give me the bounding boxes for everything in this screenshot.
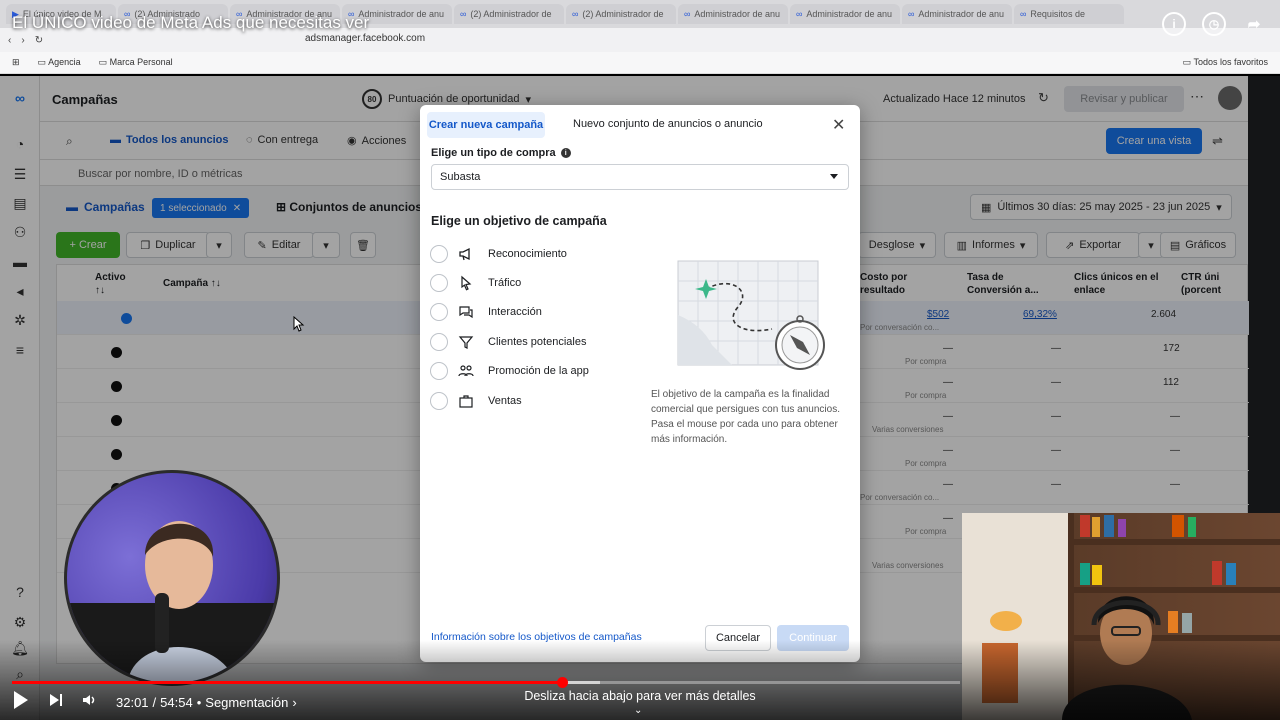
bookmark-marca-personal[interactable]: ▭ Marca Personal bbox=[99, 57, 173, 68]
chat-bubbles-icon bbox=[458, 304, 474, 320]
tab-label: Administrador de anu bbox=[918, 9, 1004, 19]
url-text[interactable]: adsmanager.facebook.com bbox=[305, 33, 425, 44]
meta-favicon-icon: ∞ bbox=[796, 9, 803, 19]
radio-button[interactable] bbox=[430, 274, 448, 292]
radio-button[interactable] bbox=[430, 392, 448, 410]
bookmark-label: Todos los favoritos bbox=[1193, 57, 1268, 67]
back-icon[interactable]: ‹ bbox=[8, 35, 11, 46]
buy-type-label: Elige un tipo de compra i bbox=[431, 147, 571, 159]
objective-heading: Elige un objetivo de campaña bbox=[431, 214, 607, 228]
chapter-separator: • bbox=[196, 694, 202, 710]
objective-traffic[interactable]: Tráfico bbox=[430, 273, 521, 293]
megaphone-icon bbox=[458, 246, 474, 262]
radio-button[interactable] bbox=[430, 303, 448, 321]
share-icon[interactable]: ➦ bbox=[1242, 12, 1266, 36]
browser-tab[interactable]: ∞ Requisitos de bbox=[1014, 4, 1124, 24]
tab-label: (2) Administrador de bbox=[582, 9, 664, 19]
next-icon[interactable] bbox=[48, 692, 64, 713]
meta-favicon-icon: ∞ bbox=[908, 9, 915, 19]
caret-down-icon bbox=[830, 174, 838, 179]
all-bookmarks-folder[interactable]: ▭ Todos los favoritos bbox=[1183, 57, 1268, 68]
chapter-title[interactable]: Segmentación bbox=[205, 695, 288, 710]
meta-favicon-icon: ∞ bbox=[684, 9, 691, 19]
close-icon[interactable]: ✕ bbox=[832, 115, 845, 135]
reload-icon[interactable]: ↻ bbox=[35, 35, 43, 46]
objective-label: Clientes potenciales bbox=[488, 336, 587, 348]
cursor-icon bbox=[458, 275, 474, 291]
browser-tab[interactable]: ∞ Administrador de anu bbox=[678, 4, 788, 24]
time-separator: / bbox=[152, 694, 157, 710]
tab-new-adset-or-ad[interactable]: Nuevo conjunto de anuncios o anuncio bbox=[573, 118, 763, 130]
play-icon[interactable] bbox=[12, 690, 30, 715]
objective-label: Promoción de la app bbox=[488, 365, 589, 377]
buy-type-select[interactable]: Subasta bbox=[431, 164, 849, 190]
tab-label: Administrador de anu bbox=[694, 9, 780, 19]
bookmark-label: Agencia bbox=[48, 57, 81, 67]
info-icon[interactable]: i bbox=[1162, 12, 1186, 36]
objective-leads[interactable]: Clientes potenciales bbox=[430, 332, 586, 352]
player-controls: 32:01 / 54:54 • Segmentación › bbox=[12, 690, 297, 714]
progress-bar[interactable] bbox=[12, 677, 960, 688]
objective-label: Interacción bbox=[488, 306, 542, 318]
progress-scrubber[interactable] bbox=[556, 677, 568, 688]
meta-favicon-icon: ∞ bbox=[460, 9, 467, 19]
bookmark-agencia[interactable]: ▭ Agencia bbox=[38, 57, 81, 68]
total-time: 54:54 bbox=[160, 694, 193, 710]
tab-label: Administrador de anu bbox=[806, 9, 892, 19]
create-campaign-dialog: Crear nueva campaña Nuevo conjunto de an… bbox=[420, 105, 860, 662]
objective-sales[interactable]: Ventas bbox=[430, 391, 522, 411]
apps-grid-icon[interactable]: ⊞ bbox=[12, 57, 20, 68]
browser-tab[interactable]: ∞ (2) Administrador de bbox=[566, 4, 676, 24]
forward-icon[interactable]: › bbox=[21, 35, 24, 46]
radio-button[interactable] bbox=[430, 245, 448, 263]
video-frame: { "video": { "title": "El ÚNICO video de… bbox=[0, 0, 1280, 720]
bookmarks-bar: ⊞ ▭ Agencia ▭ Marca Personal bbox=[0, 52, 1280, 74]
objective-awareness[interactable]: Reconocimiento bbox=[430, 244, 567, 264]
tab-label: (2) Administrador de bbox=[470, 9, 552, 19]
swipe-hint: Desliza hacia abajo para ver más detalle… bbox=[524, 689, 756, 703]
mouse-cursor-icon bbox=[293, 315, 305, 337]
tab-label: Requisitos de bbox=[1030, 9, 1085, 19]
browser-tab[interactable]: ∞ Administrador de anu bbox=[902, 4, 1012, 24]
bookmark-label: Marca Personal bbox=[109, 57, 173, 67]
browser-tab[interactable]: ∞ Administrador de anu bbox=[790, 4, 900, 24]
people-icon bbox=[458, 363, 474, 379]
radio-button[interactable] bbox=[430, 333, 448, 351]
radio-button[interactable] bbox=[430, 362, 448, 380]
meta-favicon-icon: ∞ bbox=[1020, 9, 1027, 19]
funnel-icon bbox=[458, 334, 474, 350]
selected-value: Subasta bbox=[440, 171, 481, 183]
video-title[interactable]: El ÚNICO video de Meta Ads que necesitas… bbox=[12, 13, 369, 33]
briefcase-icon bbox=[458, 393, 474, 409]
tab-label: Administrador de anu bbox=[358, 9, 444, 19]
objective-engagement[interactable]: Interacción bbox=[430, 302, 542, 322]
chevron-down-icon[interactable]: ⌄ bbox=[634, 705, 642, 716]
player-top-actions: i ◷ ➦ bbox=[1162, 12, 1266, 36]
volume-icon[interactable] bbox=[82, 692, 98, 713]
label-text: Elige un tipo de compra bbox=[431, 147, 556, 159]
chevron-right-icon[interactable]: › bbox=[292, 695, 296, 710]
objective-label: Tráfico bbox=[488, 277, 522, 289]
objective-map-illustration bbox=[672, 255, 840, 377]
time-display: 32:01 / 54:54 • Segmentación › bbox=[116, 695, 297, 710]
objective-description: El objetivo de la campaña es la finalida… bbox=[651, 389, 840, 445]
objective-app-promotion[interactable]: Promoción de la app bbox=[430, 361, 589, 381]
objective-label: Reconocimiento bbox=[488, 248, 567, 260]
browser-tab[interactable]: ∞ (2) Administrador de bbox=[454, 4, 564, 24]
progress-played bbox=[12, 681, 562, 684]
meta-favicon-icon: ∞ bbox=[572, 9, 579, 19]
tab-new-campaign[interactable]: Crear nueva campaña bbox=[427, 112, 545, 138]
info-icon[interactable]: i bbox=[560, 148, 571, 158]
objective-label: Ventas bbox=[488, 395, 522, 407]
current-time: 32:01 bbox=[116, 694, 149, 710]
watch-later-icon[interactable]: ◷ bbox=[1202, 12, 1226, 36]
